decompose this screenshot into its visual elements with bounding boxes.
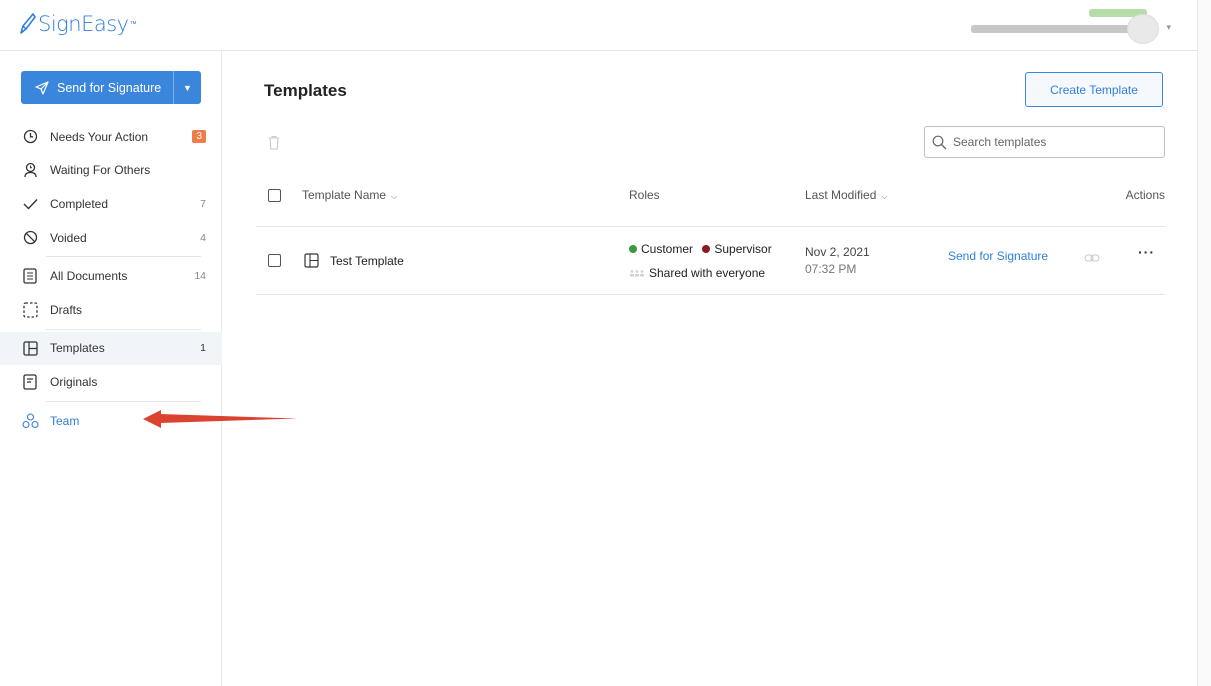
sidebar-item-voided[interactable]: Voided 4 bbox=[0, 221, 222, 255]
logo-text: SignEasy bbox=[38, 12, 129, 36]
sidebar-item-waiting-for-others[interactable]: Waiting For Others bbox=[0, 154, 222, 188]
item-count: 4 bbox=[200, 231, 206, 244]
clock-icon bbox=[21, 128, 39, 146]
more-options-icon[interactable]: ··· bbox=[1138, 244, 1155, 260]
link-icon[interactable] bbox=[1084, 251, 1100, 265]
chevron-down-icon[interactable]: ▾ bbox=[1166, 22, 1171, 33]
people-icon bbox=[630, 270, 644, 277]
paper-plane-icon bbox=[35, 80, 49, 95]
send-for-signature-main[interactable]: Send for Signature bbox=[21, 71, 173, 104]
sidebar-item-label: Originals bbox=[50, 374, 98, 389]
column-header-actions: Actions bbox=[1125, 188, 1165, 202]
avatar[interactable] bbox=[1127, 14, 1159, 44]
send-button-label: Send for Signature bbox=[57, 80, 162, 95]
row-checkbox[interactable] bbox=[268, 254, 281, 267]
role-name: Supervisor bbox=[714, 242, 772, 256]
shared-status: Shared with everyone bbox=[629, 266, 765, 280]
sidebar-item-label: Waiting For Others bbox=[50, 163, 151, 178]
search-box[interactable] bbox=[924, 126, 1165, 158]
send-for-signature-link[interactable]: Send for Signature bbox=[948, 249, 1048, 263]
team-icon bbox=[21, 412, 39, 430]
vertical-scrollbar[interactable] bbox=[1197, 0, 1211, 686]
sidebar-item-templates[interactable]: Templates 1 bbox=[0, 331, 222, 366]
sidebar-item-originals[interactable]: Originals bbox=[0, 365, 222, 399]
action-count-badge: 3 bbox=[192, 130, 206, 144]
table-row[interactable]: Test Template Customer Supervisor Shared… bbox=[256, 228, 1165, 295]
search-icon bbox=[932, 135, 947, 149]
table-header: Template Name ⌵ Roles Last Modified ⌵ Acti… bbox=[256, 175, 1165, 227]
documents-icon bbox=[21, 267, 39, 285]
sidebar-item-drafts[interactable]: Drafts bbox=[0, 293, 222, 327]
column-header-name[interactable]: Template Name ⌵ bbox=[302, 188, 397, 202]
pen-nib-icon bbox=[20, 13, 36, 34]
sidebar-item-label: Completed bbox=[50, 196, 109, 211]
check-icon bbox=[21, 195, 39, 213]
template-name[interactable]: Test Template bbox=[330, 254, 404, 268]
sidebar-item-all-documents[interactable]: All Documents 14 bbox=[0, 259, 222, 293]
select-all-checkbox[interactable] bbox=[268, 189, 281, 202]
sidebar-item-completed[interactable]: Completed 7 bbox=[0, 187, 222, 221]
main-content: Templates Create Template Template Name ⌵… bbox=[222, 51, 1197, 686]
account-info[interactable] bbox=[971, 9, 1147, 33]
item-count: 1 bbox=[200, 342, 206, 355]
void-icon bbox=[21, 229, 39, 247]
role-name: Customer bbox=[641, 242, 694, 256]
draft-icon bbox=[21, 301, 39, 319]
sidebar-item-label: All Documents bbox=[50, 269, 128, 284]
logo-trademark: ™ bbox=[129, 20, 137, 28]
sidebar-item-label: Voided bbox=[50, 230, 87, 245]
sidebar-divider bbox=[46, 400, 201, 402]
trash-icon[interactable] bbox=[268, 135, 280, 153]
item-count: 14 bbox=[194, 270, 206, 283]
shared-label: Shared with everyone bbox=[649, 266, 766, 280]
last-modified-date: Nov 2, 2021 bbox=[805, 245, 870, 259]
business-name bbox=[971, 25, 1147, 33]
send-for-signature-button[interactable]: Send for Signature ▼ bbox=[21, 71, 201, 104]
person-wait-icon bbox=[21, 161, 39, 179]
sidebar-divider bbox=[46, 256, 201, 258]
send-options-dropdown[interactable]: ▼ bbox=[173, 71, 201, 104]
sidebar-nav: Needs Your Action 3 Waiting For Others C… bbox=[0, 120, 222, 437]
chevron-down-icon: ⌵ bbox=[391, 192, 398, 201]
last-modified-time: 07:32 PM bbox=[805, 262, 857, 276]
sidebar-item-label: Drafts bbox=[50, 302, 83, 317]
chevron-down-icon: ⌵ bbox=[881, 192, 888, 201]
sidebar-item-label: Needs Your Action bbox=[50, 129, 149, 144]
signeasy-logo[interactable]: SignEasy ™ bbox=[20, 12, 137, 36]
sidebar-divider bbox=[46, 328, 201, 330]
item-count: 7 bbox=[200, 197, 206, 210]
create-template-button[interactable]: Create Template bbox=[1025, 72, 1163, 107]
column-label: Last Modified bbox=[805, 188, 877, 202]
sidebar-item-label: Templates bbox=[50, 341, 105, 356]
search-input[interactable] bbox=[953, 135, 1153, 149]
top-header: SignEasy ™ ▾ bbox=[0, 0, 1197, 51]
roles-list: Customer Supervisor bbox=[629, 242, 772, 256]
original-icon bbox=[21, 373, 39, 391]
role-color-dot bbox=[702, 245, 711, 253]
page-title: Templates bbox=[264, 81, 347, 100]
sidebar: Send for Signature ▼ Needs Your Action 3… bbox=[0, 51, 222, 686]
column-header-last-modified[interactable]: Last Modified ⌵ bbox=[805, 188, 887, 202]
caret-down-icon: ▼ bbox=[183, 82, 192, 93]
sidebar-item-needs-your-action[interactable]: Needs Your Action 3 bbox=[0, 120, 222, 154]
column-label: Template Name bbox=[302, 188, 387, 202]
column-header-roles: Roles bbox=[629, 188, 660, 202]
template-icon bbox=[304, 253, 319, 271]
role-color-dot bbox=[629, 245, 637, 253]
template-icon bbox=[21, 339, 39, 357]
annotation-arrow bbox=[143, 410, 298, 428]
